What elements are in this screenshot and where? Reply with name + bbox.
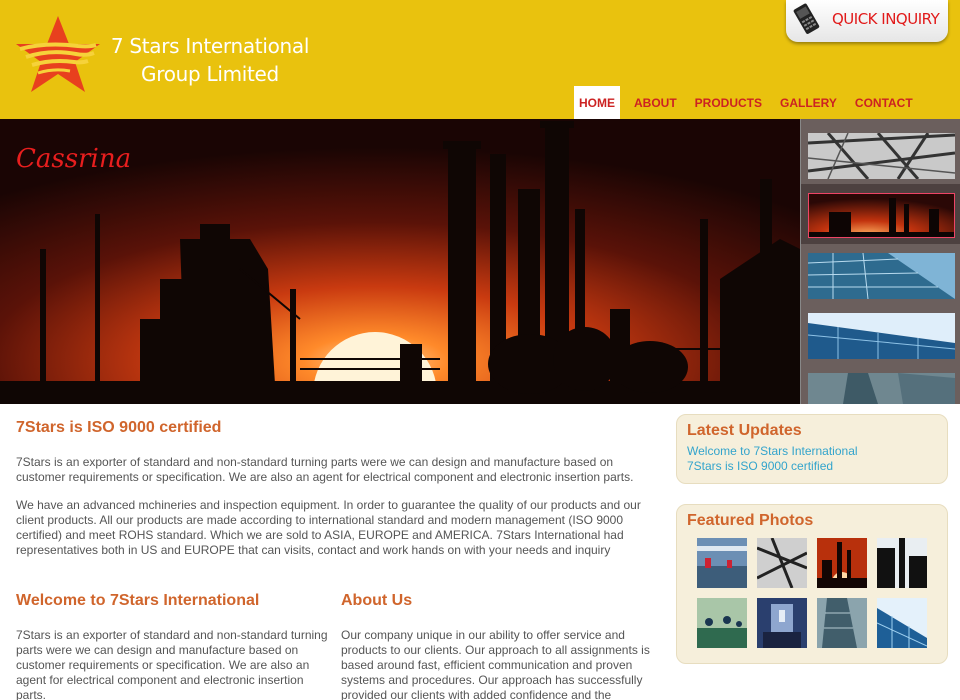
banner-thumbnail-strip [800, 119, 960, 404]
nav-gallery[interactable]: GALLERY [771, 86, 846, 119]
seven-stars-logo[interactable] [16, 16, 100, 98]
updates-list: Welcome to 7Stars International 7Stars i… [687, 444, 858, 474]
welcome-title: Welcome to 7Stars International [16, 592, 260, 609]
brand-name: 7 Stars International Group Limited [105, 32, 315, 88]
banner-signature: Cassrina [16, 144, 131, 174]
thumb-steel-structure[interactable] [808, 133, 955, 179]
thumb-skyscraper-blue[interactable] [808, 313, 955, 359]
mobile-phone-icon [793, 3, 820, 34]
photo-refinery-sunset[interactable] [817, 538, 867, 588]
featured-photos-box: Featured Photos [676, 504, 948, 664]
iso-title: 7Stars is ISO 9000 certified [16, 419, 222, 436]
quick-inquiry-label: QUICK INQUIRY [832, 10, 940, 28]
nav-contact[interactable]: CONTACT [846, 86, 922, 119]
about-paragraph: Our company unique in our ability to off… [341, 628, 650, 700]
photo-machine-room[interactable] [757, 598, 807, 648]
main-nav: HOME ABOUT PRODUCTS GALLERY CONTACT [574, 86, 922, 119]
photo-industrial-silhouette[interactable] [877, 538, 927, 588]
refinery-sunset-image: Cassrina [0, 119, 800, 404]
photo-factory-floor[interactable] [697, 538, 747, 588]
photo-steel-structure[interactable] [757, 538, 807, 588]
update-link-iso[interactable]: 7Stars is ISO 9000 certified [687, 459, 858, 474]
featured-photos-title: Featured Photos [687, 512, 814, 529]
nav-home[interactable]: HOME [574, 86, 620, 119]
photo-skyscraper-blue[interactable] [877, 598, 927, 648]
latest-updates-title: Latest Updates [687, 422, 802, 439]
site-header: 7 Stars International Group Limited QUIC… [0, 0, 960, 119]
iso-paragraph-1: 7Stars is an exporter of standard and no… [16, 455, 634, 484]
photo-glass-building[interactable] [817, 598, 867, 648]
thumb-glass-building[interactable] [808, 253, 955, 299]
iso-paragraph-2: We have an advanced mchineries and inspe… [16, 498, 641, 557]
quick-inquiry-button[interactable]: QUICK INQUIRY [786, 0, 948, 42]
thumb-refinery-sunset[interactable] [808, 193, 955, 238]
brand-line-1: 7 Stars International [110, 34, 310, 58]
latest-updates-box: Latest Updates Welcome to 7Stars Interna… [676, 414, 948, 484]
update-link-welcome[interactable]: Welcome to 7Stars International [687, 444, 858, 459]
brand-line-2: Group Limited [141, 62, 279, 86]
nav-products[interactable]: PRODUCTS [686, 86, 771, 119]
welcome-paragraph: 7Stars is an exporter of standard and no… [16, 628, 328, 700]
nav-about[interactable]: ABOUT [625, 86, 686, 119]
photo-assembly-line[interactable] [697, 598, 747, 648]
hero-banner: Cassrina [0, 119, 960, 404]
about-title: About Us [341, 592, 413, 609]
thumb-tower-sky[interactable] [808, 373, 955, 404]
